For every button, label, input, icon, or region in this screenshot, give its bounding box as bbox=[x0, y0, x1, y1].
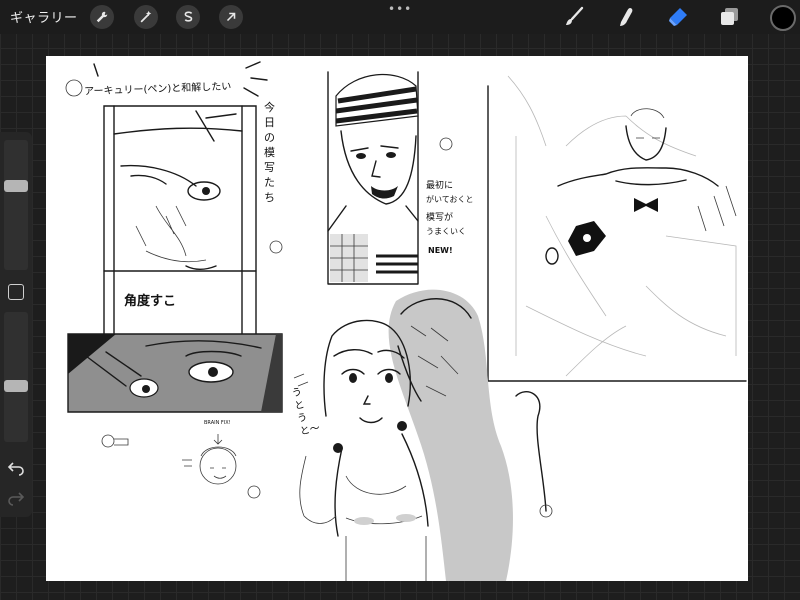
vertical-note: 今日の模写たち bbox=[264, 101, 275, 204]
smudge-finger-icon[interactable] bbox=[614, 5, 638, 29]
sketch-artwork bbox=[65, 61, 747, 581]
drawing-canvas[interactable]: アーキュリー(ペン)と和解したい 今日の模写たち 角度すこ 最初に がいておくと… bbox=[46, 56, 748, 581]
eraser-icon[interactable] bbox=[666, 5, 690, 29]
side-note-5: NEW! bbox=[428, 246, 453, 255]
layers-icon[interactable] bbox=[718, 5, 742, 29]
brush-icon[interactable] bbox=[562, 5, 586, 29]
undo-icon[interactable] bbox=[7, 458, 25, 476]
color-picker-button[interactable] bbox=[770, 5, 796, 31]
top-toolbar: ギャラリー ••• bbox=[0, 0, 800, 34]
side-note-3: 模写が bbox=[426, 213, 454, 223]
magic-wand-icon[interactable] bbox=[134, 5, 158, 29]
wrench-icon[interactable] bbox=[90, 5, 114, 29]
selection-s-icon[interactable] bbox=[176, 5, 200, 29]
small-note: BRAIN FIX! bbox=[204, 420, 231, 426]
redo-icon[interactable] bbox=[7, 488, 25, 506]
gallery-button[interactable]: ギャラリー bbox=[10, 7, 78, 26]
modify-button[interactable] bbox=[8, 284, 24, 300]
side-note-2: がいておくと bbox=[426, 195, 474, 204]
arrow-cursor-icon[interactable] bbox=[219, 5, 243, 29]
brush-size-slider[interactable] bbox=[4, 140, 28, 270]
beanie-stripes bbox=[335, 73, 419, 127]
bottom-note: 角度すこ bbox=[124, 294, 177, 309]
left-sidebar bbox=[0, 132, 32, 517]
side-note-4: うまくいく bbox=[426, 227, 466, 236]
opacity-slider[interactable] bbox=[4, 312, 28, 442]
opacity-thumb[interactable] bbox=[4, 380, 28, 393]
brush-size-thumb[interactable] bbox=[4, 180, 28, 193]
side-note-1: 最初に bbox=[426, 181, 454, 191]
more-options-handle[interactable]: ••• bbox=[388, 2, 412, 16]
